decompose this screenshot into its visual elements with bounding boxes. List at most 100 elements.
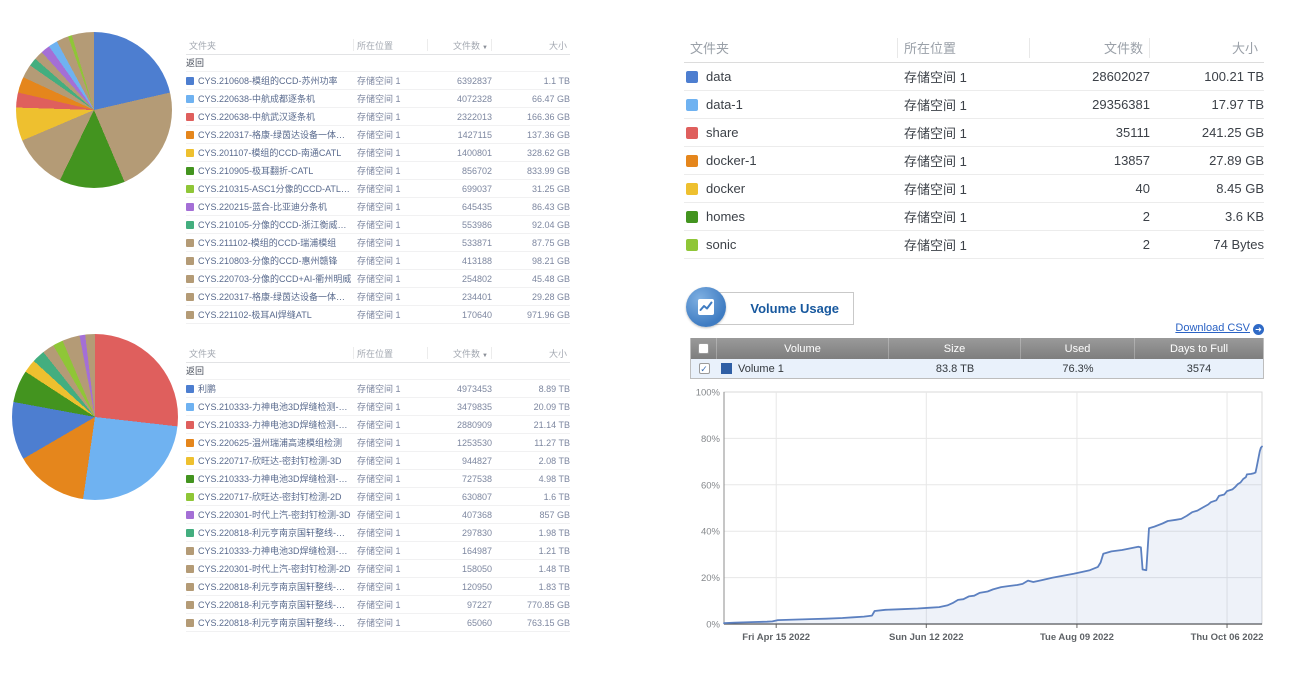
table-row[interactable]: CYS.220301-时代上汽-密封钉检测-2D存储空间 11580501.48… [186,560,570,578]
table-row[interactable]: CYS.220717-欣旺达-密封钉检测-3D存储空间 19448272.08 … [186,452,570,470]
header-location[interactable]: 所在位置 [354,39,428,51]
folder-name-link[interactable]: CYS.220317-格康-绿茵达设备一体机-缺陷检测 [198,128,354,141]
folder-name-link[interactable]: data [706,69,731,84]
header-location[interactable]: 所在位置 [354,347,428,359]
table-row[interactable]: CYS.211102-模组的CCD-瑞浦模组存储空间 153387187.75 … [186,234,570,252]
table-row[interactable]: CYS.210803-分像的CCD-惠州赣锋存储空间 141318898.21 … [186,252,570,270]
folder-size: 87.75 GB [492,238,570,248]
table-row[interactable]: CYS.220638-中航成都逐条机存储空间 1407232866.47 GB [186,90,570,108]
legend-swatch [186,77,194,85]
folder-name-link[interactable]: CYS.220625-温州瑞浦高速模组检测 [198,436,342,449]
file-count: 699037 [428,184,492,194]
table-row[interactable]: docker存储空间 1408.45 GB [684,175,1264,203]
folder-size: 166.36 GB [492,112,570,122]
section-title: Volume Usage [750,301,839,316]
folder-name-link[interactable]: CYS.220717-欣旺达-密封钉检测-3D [198,454,342,467]
x-tick-label: Thu Oct 06 2022 [1191,632,1264,643]
folder-name-link[interactable]: CYS.210333-力神电池3D焊缝检测-重庆 [198,544,354,557]
table-row[interactable]: 利鹏存储空间 149734538.89 TB [186,380,570,398]
folder-name-link[interactable]: data-1 [706,97,743,112]
folder-name-link[interactable]: share [706,125,739,140]
table-row[interactable]: CYS.220301-时代上汽-密封钉检测-3D存储空间 1407368857 … [186,506,570,524]
folder-name-link[interactable]: CYS.201107-模组的CCD-南通CATL [198,146,341,159]
header-count-sorted[interactable]: 文件数▼ [428,39,492,51]
table-row[interactable]: CYS.201107-模组的CCD-南通CATL存储空间 11400801328… [186,144,570,162]
folder-cell: CYS.220301-时代上汽-密封钉检测-2D [186,562,354,575]
header-size[interactable]: 大小 [1150,38,1264,57]
table-row[interactable]: CYS.210333-力神电池3D焊缝检测-宁乡存储空间 1288090921.… [186,416,570,434]
table-row[interactable]: CYS.220818-利元亨南京国轩整线-密封钉存储空间 165060763.1… [186,614,570,632]
table-row[interactable]: CYS.220625-温州瑞浦高速模组检测存储空间 1125353011.27 … [186,434,570,452]
folder-name-link[interactable]: CYS.220301-时代上汽-密封钉检测-2D [198,562,351,575]
table-row[interactable]: CYS.210608-模组的CCD-苏州功率存储空间 163928371.1 T… [186,72,570,90]
folder-name-link[interactable]: CYS.210905-极耳翻折-CATL [198,164,313,177]
folder-name-link[interactable]: CYS.210105-分像的CCD-浙江衡威（兰溪） [198,218,354,231]
table-row[interactable]: CYS.220215-蓝合-比亚迪分条机存储空间 164543586.43 GB [186,198,570,216]
folder-cell: docker [684,181,898,196]
table-row[interactable]: CYS.220638-中航武汉逐条机存储空间 12322013166.36 GB [186,108,570,126]
folder-name-link[interactable]: CYS.220818-利元亨南京国轩整线-密封钉 [198,616,354,629]
table-row[interactable]: CYS.210333-力神电池3D焊缝检测-保山存储空间 17275384.98… [186,470,570,488]
folder-size: 86.43 GB [492,202,570,212]
folder-name-link[interactable]: docker-1 [706,153,757,168]
header-location[interactable]: 所在位置 [898,38,1030,58]
header-folder[interactable]: 文件夹 [186,39,354,51]
folder-name-link[interactable]: CYS.220638-中航成都逐条机 [198,92,315,105]
folder-name-link[interactable]: CYS.221102-极耳AI焊缝ATL [198,308,312,321]
table-row[interactable]: CYS.220317-格康-绿茵达设备一体机-定位存储空间 123440129.… [186,288,570,306]
folder-name-link[interactable]: CYS.220818-利元亨南京国轩整线-顶盖焊-2D [198,580,354,593]
table-row[interactable]: CYS.220317-格康-绿茵达设备一体机-缺陷检测存储空间 11427115… [186,126,570,144]
folder-name-link[interactable]: CYS.220703-分像的CCD+AI-衢州明威 [198,272,351,285]
table-row[interactable]: sonic存储空间 1274 Bytes [684,231,1264,259]
folder-name-link[interactable]: CYS.220717-欣旺达-密封钉检测-2D [198,490,342,503]
folder-name-link[interactable]: CYS.220818-利元亨南京国轩整线-盖板激光焊缝-... [198,598,354,611]
table-row[interactable]: CYS.210333-力神电池3D焊缝检测-无为-2期存储空间 13479835… [186,398,570,416]
table-row[interactable]: homes存储空间 123.6 KB [684,203,1264,231]
folder-name-link[interactable]: CYS.210608-模组的CCD-苏州功率 [198,74,338,87]
download-csv-link[interactable]: Download CSV➜ [990,322,1264,335]
folder-name-link[interactable]: CYS.210803-分像的CCD-惠州赣锋 [198,254,338,267]
table-row[interactable]: data-1存储空间 12935638117.97 TB [684,91,1264,119]
back-link[interactable]: 返回 [186,363,570,380]
folder-name-link[interactable]: CYS.210333-力神电池3D焊缝检测-宁乡 [198,418,354,431]
folder-size: 4.98 TB [492,474,570,484]
table-row[interactable]: CYS.220818-利元亨南京国轩整线-盖板激光焊缝-...存储空间 1972… [186,596,570,614]
volume-checkbox[interactable]: ✓ [699,363,710,374]
header-size[interactable]: 大小 [492,39,570,52]
folder-name-link[interactable]: CYS.220301-时代上汽-密封钉检测-3D [198,508,351,521]
back-link[interactable]: 返回 [186,55,570,72]
folder-name-link[interactable]: CYS.220818-利元亨南京国轩整线-顶盖焊-3D [198,526,354,539]
table-row[interactable]: CYS.210333-力神电池3D焊缝检测-重庆存储空间 11649871.21… [186,542,570,560]
table-row[interactable]: CYS.220703-分像的CCD+AI-衢州明威存储空间 125480245.… [186,270,570,288]
file-count: 158050 [428,564,492,574]
table-row[interactable]: docker-1存储空间 11385727.89 GB [684,147,1264,175]
table-row[interactable]: CYS.220818-利元亨南京国轩整线-顶盖焊-3D存储空间 12978301… [186,524,570,542]
table-row[interactable]: CYS.220818-利元亨南京国轩整线-顶盖焊-2D存储空间 11209501… [186,578,570,596]
table-row[interactable]: data存储空间 128602027100.21 TB [684,63,1264,91]
folder-cell: CYS.211102-模组的CCD-瑞浦模组 [186,236,354,249]
folder-name-link[interactable]: docker [706,181,745,196]
folder-name-link[interactable]: 利鹏 [198,382,216,395]
folder-name-link[interactable]: CYS.211102-模组的CCD-瑞浦模组 [198,236,336,249]
folder-name-link[interactable]: CYS.210333-力神电池3D焊缝检测-保山 [198,472,354,485]
folder-name-link[interactable]: CYS.210333-力神电池3D焊缝检测-无为-2期 [198,400,354,413]
header-count[interactable]: 文件数 [1030,38,1150,58]
table-row[interactable]: CYS.221102-极耳AI焊缝ATL存储空间 1170640971.96 G… [186,306,570,324]
table-row[interactable]: CYS.220717-欣旺达-密封钉检测-2D存储空间 16308071.6 T… [186,488,570,506]
header-folder[interactable]: 文件夹 [186,347,354,359]
folder-name-link[interactable]: sonic [706,237,736,252]
header-count-sorted[interactable]: 文件数▼ [428,347,492,359]
table-row[interactable]: CYS.210105-分像的CCD-浙江衡威（兰溪）存储空间 155398692… [186,216,570,234]
table-header-row: 文件夹 所在位置 文件数 大小 [684,33,1264,63]
folder-name-link[interactable]: CYS.210315-ASC1分像的CCD-ATL分条机 [198,182,354,195]
folder-name-link[interactable]: CYS.220317-格康-绿茵达设备一体机-定位 [198,290,354,303]
folder-name-link[interactable]: CYS.220215-蓝合-比亚迪分条机 [198,200,327,213]
header-folder[interactable]: 文件夹 [684,38,898,58]
header-size[interactable]: 大小 [492,347,570,360]
table-row[interactable]: CYS.210905-极耳翻折-CATL存储空间 1856702833.99 G… [186,162,570,180]
folder-name-link[interactable]: CYS.220638-中航武汉逐条机 [198,110,315,123]
folder-name-link[interactable]: homes [706,209,745,224]
table-row[interactable]: CYS.210315-ASC1分像的CCD-ATL分条机存储空间 1699037… [186,180,570,198]
table-row[interactable]: share存储空间 135111241.25 GB [684,119,1264,147]
select-all-checkbox[interactable] [698,343,709,354]
